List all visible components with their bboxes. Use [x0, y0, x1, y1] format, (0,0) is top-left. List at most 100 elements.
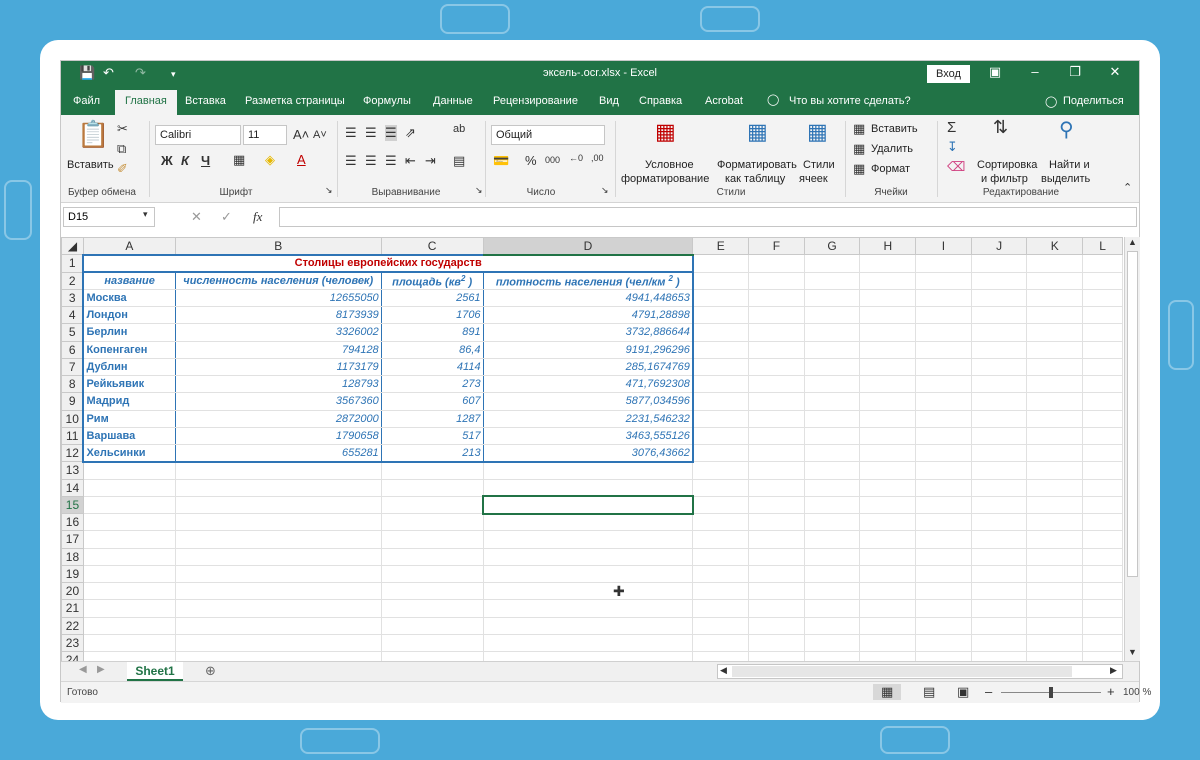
empty-cell[interactable]: [803, 650, 861, 661]
density-cell[interactable]: 3463,555126: [482, 426, 694, 446]
empty-cell[interactable]: [1026, 650, 1084, 661]
zoom-slider[interactable]: [1001, 687, 1101, 698]
format-as-table-icon[interactable]: ▦: [747, 119, 768, 145]
empty-cell[interactable]: [748, 530, 805, 549]
empty-cell[interactable]: [692, 461, 750, 480]
city-cell[interactable]: Варшава: [82, 426, 176, 446]
bold-button[interactable]: Ж: [161, 153, 173, 168]
empty-cell[interactable]: [803, 305, 861, 325]
city-cell[interactable]: Лондон: [82, 305, 176, 325]
empty-cell[interactable]: [748, 357, 805, 377]
empty-cell[interactable]: [1026, 599, 1084, 618]
tab-home[interactable]: Главная: [115, 90, 177, 115]
tab-insert[interactable]: Вставка: [185, 95, 226, 107]
fill-color-icon[interactable]: ◈: [265, 152, 275, 168]
empty-cell[interactable]: [803, 633, 861, 653]
empty-cell[interactable]: [970, 409, 1028, 428]
empty-cell[interactable]: [803, 357, 861, 377]
population-cell[interactable]: 12655050: [174, 288, 382, 308]
empty-cell[interactable]: [1082, 564, 1123, 584]
empty-cell[interactable]: [915, 530, 972, 549]
empty-cell[interactable]: [970, 478, 1028, 497]
city-cell[interactable]: Дублин: [82, 357, 176, 377]
empty-cell[interactable]: [1082, 495, 1123, 515]
empty-cell[interactable]: [1082, 581, 1123, 601]
conditional-formatting-label-2[interactable]: форматирование: [621, 173, 709, 185]
empty-cell[interactable]: [859, 547, 917, 566]
row-header[interactable]: 18: [61, 547, 84, 566]
empty-cell[interactable]: [970, 426, 1028, 446]
row-header[interactable]: 9: [61, 392, 84, 411]
empty-cell[interactable]: [970, 443, 1028, 463]
city-cell[interactable]: Берлин: [82, 323, 176, 342]
zoom-slider-thumb[interactable]: [1049, 687, 1053, 698]
empty-cell[interactable]: [1026, 530, 1084, 549]
density-cell[interactable]: 5877,034596: [482, 392, 694, 411]
empty-cell[interactable]: [859, 478, 917, 497]
normal-view-icon[interactable]: ▦: [873, 684, 902, 700]
paste-label[interactable]: Вставить: [67, 159, 114, 171]
empty-cell[interactable]: [915, 288, 972, 308]
comma-style-icon[interactable]: 000: [545, 155, 560, 165]
column-header[interactable]: K: [1026, 237, 1084, 256]
autosum-icon[interactable]: Σ: [947, 119, 956, 136]
area-cell[interactable]: 1706: [380, 305, 484, 325]
empty-cell[interactable]: [482, 478, 694, 497]
empty-cell[interactable]: [482, 547, 694, 566]
enter-icon[interactable]: ✓: [221, 209, 232, 225]
city-cell[interactable]: Рим: [82, 409, 176, 428]
empty-cell[interactable]: [859, 426, 917, 446]
area-cell[interactable]: 4114: [380, 357, 484, 377]
row-header[interactable]: 7: [61, 357, 84, 377]
row-header[interactable]: 1: [61, 254, 84, 273]
format-as-table-label-1[interactable]: Форматировать: [717, 159, 797, 171]
empty-cell[interactable]: [82, 478, 176, 497]
column-header[interactable]: E: [692, 237, 750, 256]
empty-cell[interactable]: [174, 633, 382, 653]
delete-cells-label[interactable]: Удалить: [871, 143, 913, 155]
empty-cell[interactable]: [970, 323, 1028, 342]
empty-cell[interactable]: [692, 340, 750, 359]
table-title-cell[interactable]: Столицы европейских государств: [82, 253, 694, 274]
sheet-tab-sheet1[interactable]: Sheet1: [127, 662, 183, 681]
empty-cell[interactable]: [748, 443, 805, 463]
empty-cell[interactable]: [1026, 512, 1084, 532]
empty-cell[interactable]: [1082, 340, 1123, 359]
scroll-down-icon[interactable]: ▼: [1128, 647, 1137, 657]
empty-cell[interactable]: [692, 530, 750, 549]
density-cell[interactable]: 285,1674769: [482, 357, 694, 377]
empty-cell[interactable]: [915, 409, 972, 428]
empty-cell[interactable]: [859, 288, 917, 308]
empty-cell[interactable]: [803, 340, 861, 359]
empty-cell[interactable]: [1082, 409, 1123, 428]
empty-cell[interactable]: [915, 374, 972, 394]
tab-acrobat[interactable]: Acrobat: [705, 95, 743, 107]
empty-cell[interactable]: [692, 564, 750, 584]
population-cell[interactable]: 3326002: [174, 323, 382, 342]
column-header[interactable]: G: [803, 237, 861, 256]
empty-cell[interactable]: [915, 305, 972, 325]
empty-cell[interactable]: [692, 547, 750, 566]
share-button[interactable]: Поделиться: [1063, 95, 1124, 107]
empty-cell[interactable]: [380, 512, 484, 532]
row-header[interactable]: 15: [61, 495, 84, 515]
empty-cell[interactable]: [1026, 581, 1084, 601]
empty-cell[interactable]: [82, 633, 176, 653]
empty-cell[interactable]: [803, 495, 861, 515]
empty-cell[interactable]: [482, 581, 694, 601]
row-header[interactable]: 16: [61, 512, 84, 532]
empty-cell[interactable]: [692, 392, 750, 411]
format-painter-icon[interactable]: ✐: [117, 161, 128, 177]
tab-view[interactable]: Вид: [599, 95, 619, 107]
dialog-launcher-icon[interactable]: ↘: [601, 185, 609, 196]
empty-cell[interactable]: [1082, 599, 1123, 618]
empty-cell[interactable]: [1026, 443, 1084, 463]
accounting-format-icon[interactable]: 💳: [493, 153, 509, 169]
area-cell[interactable]: 86,4: [380, 340, 484, 359]
empty-cell[interactable]: [970, 530, 1028, 549]
underline-button[interactable]: Ч: [201, 153, 210, 168]
density-cell[interactable]: 2231,546232: [482, 409, 694, 428]
row-header[interactable]: 3: [61, 288, 84, 308]
page-layout-view-icon[interactable]: ▤: [923, 684, 935, 700]
city-cell[interactable]: Мадрид: [82, 392, 176, 411]
